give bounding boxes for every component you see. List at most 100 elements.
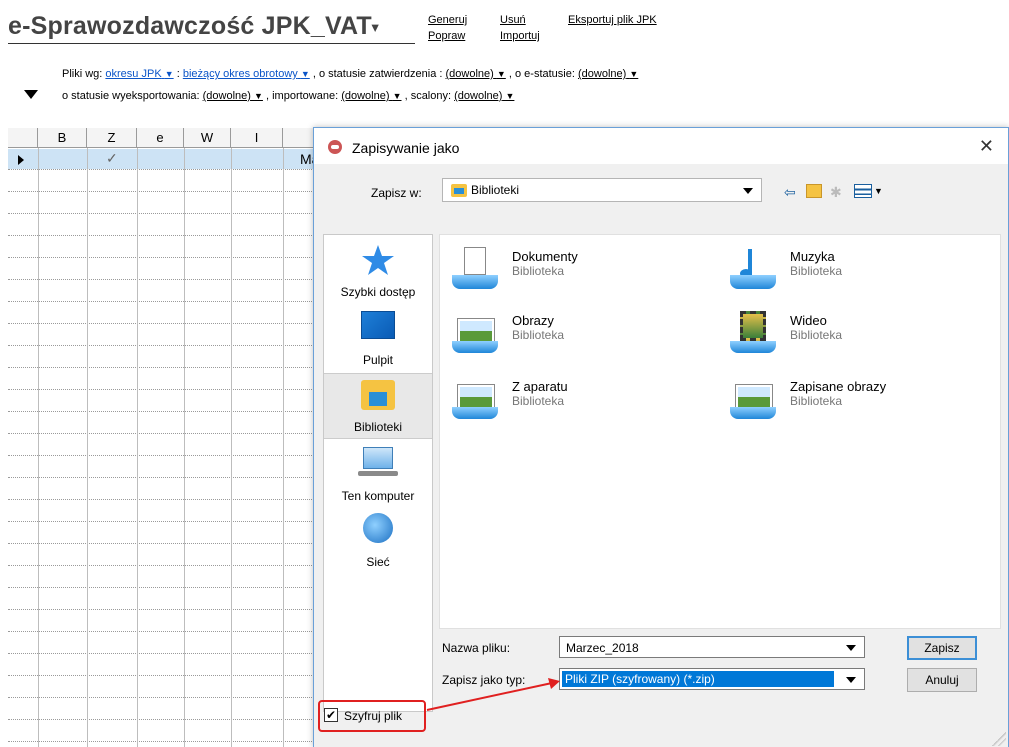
computer-base-icon [358, 471, 398, 476]
grid-row-line [8, 675, 318, 676]
grid-row-line [8, 169, 318, 170]
column-header-w[interactable]: W [184, 128, 231, 148]
libraries-folder-icon [451, 184, 467, 197]
grid-row-line [8, 455, 318, 456]
column-header-e[interactable]: e [137, 128, 184, 148]
library-item-zapisane-obrazy[interactable]: Zapisane obrazy Biblioteka [730, 375, 990, 425]
desktop-icon [361, 311, 395, 339]
popraw-link[interactable]: Popraw [428, 30, 465, 42]
status-eksportu-dropdown[interactable]: (dowolne) ▼ [203, 90, 263, 102]
library-item-dokumenty[interactable]: Dokumenty Biblioteka [452, 245, 712, 295]
save-in-label: Zapisz w: [371, 186, 422, 200]
column-header-b[interactable]: B [38, 128, 87, 148]
save-as-dialog: Zapisywanie jako ✕ Zapisz w: Biblioteki … [313, 127, 1009, 747]
place-this-pc[interactable]: Ten komputer [324, 441, 432, 507]
new-folder-icon[interactable]: ✱ [830, 184, 842, 201]
save-button[interactable]: Zapisz [907, 636, 977, 660]
library-item-obrazy[interactable]: Obrazy Biblioteka [452, 309, 712, 359]
grid-row-line [8, 323, 318, 324]
scalony-dropdown[interactable]: (dowolne) ▼ [454, 90, 514, 102]
cancel-button[interactable]: Anuluj [907, 668, 977, 692]
row-indicator-icon [18, 155, 24, 165]
app-icon [328, 140, 342, 154]
dialog-body: Zapisz w: Biblioteki ⇦ ✱ ▼ Szybki dostęp… [314, 164, 1008, 747]
column-header-i[interactable]: I [231, 128, 283, 148]
library-item-muzyka[interactable]: Muzyka Biblioteka [730, 245, 990, 295]
eksportuj-link[interactable]: Eksportuj plik JPK [568, 14, 657, 26]
grid-row-line [8, 565, 318, 566]
computer-icon [363, 447, 393, 469]
grid-row-line [8, 257, 318, 258]
grid-row-line [8, 433, 318, 434]
filename-label: Nazwa pliku: [442, 641, 511, 655]
grid-row-line [8, 389, 318, 390]
selected-row[interactable] [8, 149, 318, 169]
e-status-dropdown[interactable]: (dowolne) ▼ [578, 68, 638, 80]
grid-row-line [8, 367, 318, 368]
grid-row-line [8, 631, 318, 632]
grid-row-line [8, 213, 318, 214]
biezacy-okres-link[interactable]: bieżący okres obrotowy ▼ [183, 68, 310, 80]
grid-column-line [184, 148, 185, 747]
grid-column-line [283, 148, 284, 747]
library-item-wideo[interactable]: Wideo Biblioteka [730, 309, 990, 359]
grid-row-line [8, 279, 318, 280]
grid-row-line [8, 235, 318, 236]
page-title[interactable]: e-Sprawozdawczość JPK_VAT▾ [8, 12, 379, 41]
filetype-select[interactable]: Pliki ZIP (szyfrowany) (*.zip) [559, 668, 865, 690]
grid-row-line [8, 719, 318, 720]
chevron-down-icon[interactable] [846, 645, 856, 651]
chevron-down-icon[interactable] [743, 188, 753, 194]
documents-icon [452, 247, 498, 289]
encrypt-checkbox[interactable]: ✔ [324, 708, 338, 722]
place-desktop[interactable]: Pulpit [324, 305, 432, 371]
save-in-dropdown[interactable]: Biblioteki [442, 178, 762, 202]
grid-row-line [8, 609, 318, 610]
column-header-z[interactable]: Z [87, 128, 137, 148]
grid-row-line [8, 741, 318, 742]
filename-input[interactable]: Marzec_2018 [559, 636, 865, 658]
view-chevron-icon[interactable]: ▼ [874, 186, 883, 196]
file-list[interactable]: Dokumenty Biblioteka Muzyka Biblioteka O… [439, 234, 1001, 629]
collapse-triangle-icon[interactable] [24, 90, 38, 99]
importuj-link[interactable]: Importuj [500, 30, 540, 42]
grid-row-line [8, 477, 318, 478]
dialog-title: Zapisywanie jako [352, 140, 460, 156]
video-film-icon [730, 311, 776, 353]
app-window: e-Sprawozdawczość JPK_VAT▾ Generuj Popra… [0, 0, 1009, 747]
resize-grip-icon[interactable] [992, 732, 1006, 746]
okres-jpk-link[interactable]: okresu JPK ▼ [105, 68, 173, 80]
filetype-label: Zapisz jako typ: [442, 673, 526, 687]
grid-row-line [8, 587, 318, 588]
star-icon [362, 245, 394, 275]
chevron-down-icon[interactable] [846, 677, 856, 683]
place-quick-access[interactable]: Szybki dostęp [324, 237, 432, 303]
encrypt-label[interactable]: Szyfruj plik [344, 709, 402, 723]
usun-link[interactable]: Usuń [500, 14, 526, 26]
camera-roll-icon [452, 377, 498, 419]
libraries-icon-inner [369, 392, 387, 406]
grid-row-line [8, 521, 318, 522]
up-folder-icon[interactable] [806, 184, 822, 198]
title-dropdown-icon[interactable]: ▾ [372, 19, 379, 34]
grid-row-line [8, 697, 318, 698]
back-arrow-icon[interactable]: ⇦ [784, 184, 796, 201]
status-zatwierdzenia-dropdown[interactable]: (dowolne) ▼ [446, 68, 506, 80]
view-menu-icon[interactable] [854, 184, 872, 198]
grid-row-line [8, 653, 318, 654]
music-note-icon [730, 247, 776, 289]
grid-column-line [137, 148, 138, 747]
place-network[interactable]: Sieć [324, 507, 432, 573]
generuj-link[interactable]: Generuj [428, 14, 467, 26]
close-icon[interactable]: ✕ [979, 136, 994, 157]
dialog-titlebar[interactable]: Zapisywanie jako ✕ [314, 128, 1008, 164]
saved-pictures-icon [730, 377, 776, 419]
grid-column-line [38, 148, 39, 747]
network-globe-icon [363, 513, 393, 543]
importowane-dropdown[interactable]: (dowolne) ▼ [341, 90, 401, 102]
place-libraries[interactable]: Biblioteki [324, 373, 432, 439]
grid-corner [8, 128, 38, 148]
grid-row-line [8, 411, 318, 412]
library-item-z-aparatu[interactable]: Z aparatu Biblioteka [452, 375, 712, 425]
title-underline [8, 43, 415, 44]
